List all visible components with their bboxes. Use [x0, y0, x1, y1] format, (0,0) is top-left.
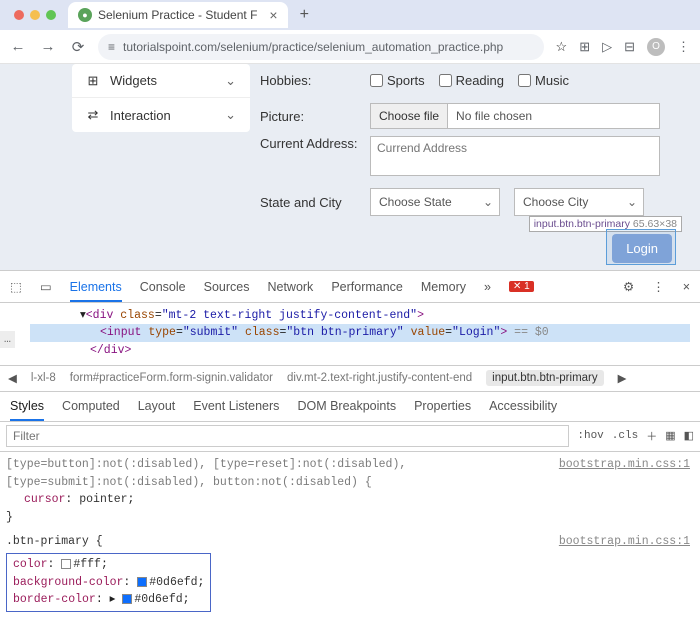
inspect-element-icon[interactable]: ⬚ — [10, 279, 22, 294]
style-source-link[interactable]: bootstrap.min.css:1 — [559, 533, 690, 551]
url-text: tutorialspoint.com/selenium/practice/sel… — [123, 40, 503, 54]
menu-icon[interactable]: ⋮ — [677, 39, 690, 55]
flex-editor-icon[interactable]: ▦ — [665, 429, 675, 443]
extensions-icon[interactable]: ⊞ — [579, 39, 590, 55]
crumb-prev-icon[interactable]: ◀ — [8, 371, 17, 385]
state-city-label: State and City — [260, 195, 370, 210]
devtools-tabbar: ⬚ ▭ Elements Console Sources Network Per… — [0, 271, 700, 303]
chevron-down-icon: ⌄ — [225, 107, 236, 123]
breadcrumb[interactable]: div.mt-2.text-right.justify-content-end — [287, 372, 472, 384]
style-source-link[interactable]: bootstrap.min.css:1 — [559, 456, 690, 474]
sidebar: ⊞ Widgets ⌄ ⇄ Interaction ⌄ — [72, 64, 250, 132]
hov-toggle[interactable]: :hov — [577, 430, 603, 442]
choose-file-button[interactable]: Choose file — [371, 104, 448, 128]
device-mode-icon[interactable]: ▭ — [40, 279, 52, 294]
site-info-icon[interactable]: ≡ — [108, 40, 115, 54]
devtools-menu-icon[interactable]: ⋮ — [652, 279, 665, 294]
profile-avatar[interactable]: O — [647, 38, 665, 56]
city-select[interactable]: Choose City — [514, 188, 644, 216]
inspect-tooltip: input.btn.btn-primary 65.63×38 — [529, 216, 682, 232]
tab-sources[interactable]: Sources — [204, 280, 250, 294]
gear-icon[interactable]: ⚙ — [623, 279, 634, 294]
tab-performance[interactable]: Performance — [331, 280, 403, 294]
tab-network[interactable]: Network — [267, 280, 313, 294]
more-tabs-icon[interactable]: » — [484, 280, 491, 294]
browser-tabbar: ● Selenium Practice - Student F × + — [0, 0, 700, 30]
close-window-icon[interactable] — [14, 10, 24, 20]
address-label: Current Address: — [260, 136, 370, 151]
address-field[interactable]: ≡ tutorialspoint.com/selenium/practice/s… — [98, 34, 544, 60]
window-controls — [8, 10, 62, 20]
styles-toolbar: :hov .cls ＋ ▦ ◧ — [0, 422, 700, 452]
chevron-down-icon: ⌄ — [225, 73, 236, 89]
minimize-window-icon[interactable] — [30, 10, 40, 20]
highlighted-rule: color: #fff; background-color: #0d6efd; … — [6, 553, 211, 612]
new-tab-icon[interactable]: + — [294, 6, 315, 24]
breadcrumb[interactable]: form#practiceForm.form-signin.validator — [70, 372, 273, 384]
checkbox-music[interactable]: Music — [518, 73, 569, 88]
sidebar-item-interaction[interactable]: ⇄ Interaction ⌄ — [72, 98, 250, 132]
subtab-styles[interactable]: Styles — [10, 399, 44, 421]
cast-icon[interactable]: ▷ — [602, 39, 612, 55]
bookmark-icon[interactable]: ☆ — [556, 39, 568, 55]
dom-ellipsis: … — [0, 331, 15, 348]
login-button[interactable]: Login — [612, 234, 672, 263]
subtab-accessibility[interactable]: Accessibility — [489, 399, 557, 413]
state-select[interactable]: Choose State — [370, 188, 500, 216]
url-bar: ← → ⟳ ≡ tutorialspoint.com/selenium/prac… — [0, 30, 700, 64]
tab-console[interactable]: Console — [140, 280, 186, 294]
tab-title: Selenium Practice - Student F — [98, 8, 257, 22]
dom-tree[interactable]: … ▾<div class="mt-2 text-right justify-c… — [0, 303, 700, 366]
filter-input[interactable] — [6, 425, 569, 447]
new-style-rule-icon[interactable]: ＋ — [646, 428, 657, 444]
toggle-pane-icon[interactable]: ◧ — [684, 429, 694, 443]
subtab-computed[interactable]: Computed — [62, 399, 120, 413]
sidebar-item-label: Interaction — [110, 108, 171, 123]
address-textarea[interactable] — [370, 136, 660, 176]
breadcrumb-active[interactable]: input.btn.btn-primary — [486, 370, 603, 386]
subtab-listeners[interactable]: Event Listeners — [193, 399, 279, 413]
puzzle-icon[interactable]: ⊟ — [624, 39, 635, 55]
crumb-next-icon[interactable]: ▶ — [618, 371, 627, 385]
sidebar-item-widgets[interactable]: ⊞ Widgets ⌄ — [72, 64, 250, 98]
error-badge[interactable]: ✕ 1 — [509, 281, 534, 292]
subtab-layout[interactable]: Layout — [138, 399, 176, 413]
hobbies-label: Hobbies: — [260, 73, 370, 88]
subtab-dom-breakpoints[interactable]: DOM Breakpoints — [297, 399, 396, 413]
widgets-icon: ⊞ — [86, 73, 100, 89]
close-tab-icon[interactable]: × — [269, 7, 277, 23]
subtab-properties[interactable]: Properties — [414, 399, 471, 413]
tab-memory[interactable]: Memory — [421, 280, 466, 294]
maximize-window-icon[interactable] — [46, 10, 56, 20]
dom-breadcrumbs: ◀ l-xl-8 form#practiceForm.form-signin.v… — [0, 366, 700, 392]
interaction-icon: ⇄ — [86, 107, 100, 123]
forward-icon[interactable]: → — [40, 39, 56, 55]
browser-tab[interactable]: ● Selenium Practice - Student F × — [68, 2, 288, 28]
checkbox-sports[interactable]: Sports — [370, 73, 425, 88]
checkbox-reading[interactable]: Reading — [439, 73, 504, 88]
styles-pane[interactable]: bootstrap.min.css:1 [type=button]:not(:d… — [0, 452, 700, 620]
breadcrumb[interactable]: l-xl-8 — [31, 372, 56, 384]
dom-selected-node[interactable]: <input type="submit" class="btn btn-prim… — [30, 324, 690, 341]
file-input[interactable]: Choose file No file chosen — [370, 103, 660, 129]
favicon-icon: ● — [78, 8, 92, 22]
file-name-text: No file chosen — [448, 109, 540, 123]
cls-toggle[interactable]: .cls — [612, 430, 638, 442]
tab-elements[interactable]: Elements — [70, 280, 122, 302]
devtools-close-icon[interactable]: × — [683, 280, 690, 294]
sidebar-item-label: Widgets — [110, 73, 157, 88]
styles-subtabs: Styles Computed Layout Event Listeners D… — [0, 392, 700, 422]
back-icon[interactable]: ← — [10, 39, 26, 55]
picture-label: Picture: — [260, 109, 370, 124]
reload-icon[interactable]: ⟳ — [70, 39, 86, 55]
